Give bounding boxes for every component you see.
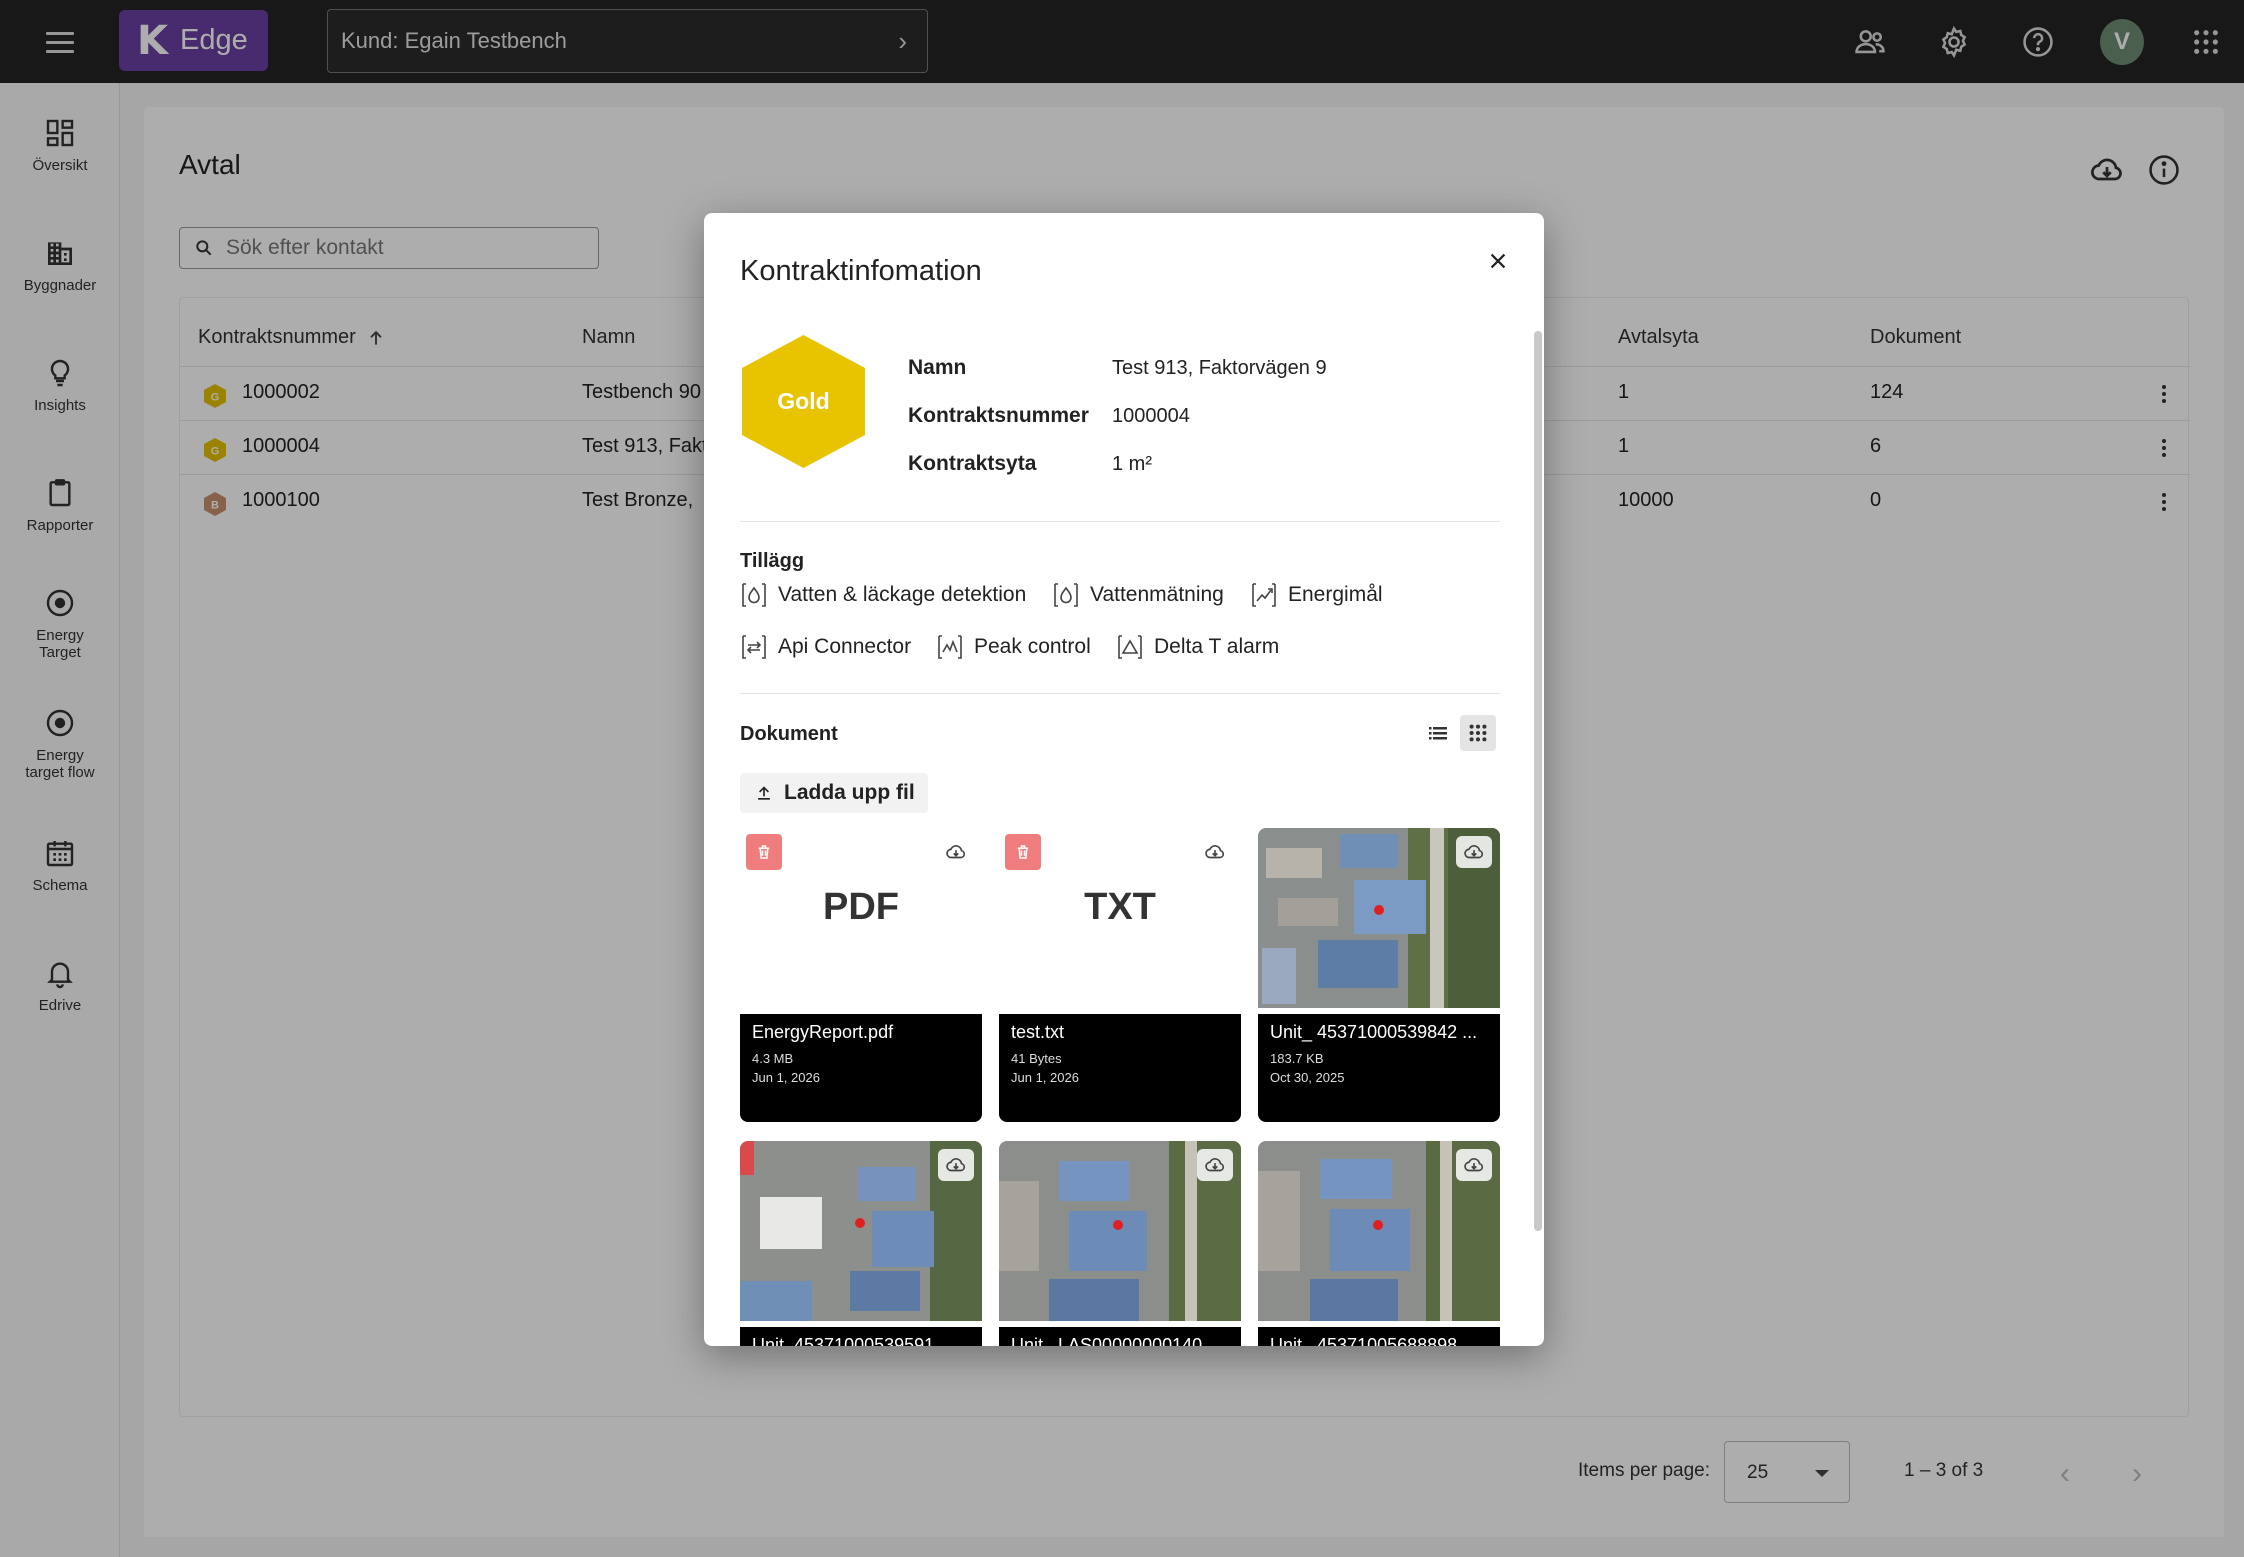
tier-label: Gold (777, 388, 830, 414)
file-name: Unit_ 45371000539842 ... (1270, 1022, 1478, 1042)
api-connector-icon (742, 635, 766, 659)
delete-icon[interactable] (1005, 834, 1041, 870)
contract-number-label: Kontraktsnummer (908, 404, 1089, 427)
divider (740, 521, 1500, 522)
document-tile[interactable]: Unit_ 45371005688898 (1258, 1141, 1500, 1346)
dialog-title: Kontraktinfomation (740, 255, 982, 287)
addons-title: Tillägg (740, 550, 805, 572)
document-tile[interactable]: Unit_45371000539591 (740, 1141, 982, 1346)
document-tile[interactable]: Unit_ 45371000539842 ... 183.7 KB Oct 30… (1258, 828, 1500, 1122)
tier-hexagon: Gold (740, 333, 867, 470)
name-label: Namn (908, 356, 967, 379)
upload-icon (758, 786, 770, 800)
addon-water-metering: Vattenmätning (1052, 581, 1224, 609)
grid-view-icon[interactable] (1460, 715, 1496, 751)
divider (740, 693, 1500, 694)
file-size: 4.3 MB (752, 1051, 794, 1066)
file-type-label: TXT (1084, 886, 1156, 928)
document-tile[interactable]: PDF EnergyReport.pdf 4.3 MB Jun 1, 2026 (740, 828, 982, 1122)
cloud-download-icon[interactable] (1456, 836, 1492, 868)
file-info: Unit_ 45371000539842 ... 183.7 KB Oct 30… (1258, 1014, 1500, 1122)
delta-alarm-icon (1118, 635, 1142, 659)
contract-area-label: Kontraktsyta (908, 452, 1037, 475)
file-name: EnergyReport.pdf (752, 1022, 894, 1042)
file-date: Oct 30, 2025 (1270, 1070, 1345, 1085)
cloud-download-icon[interactable] (938, 1149, 974, 1181)
cloud-download-icon[interactable] (1456, 1149, 1492, 1181)
file-name: test.txt (1011, 1022, 1065, 1042)
addon-energy-goal: Energimål (1250, 581, 1383, 609)
file-info: Unit_ 45371005688898 (1258, 1327, 1500, 1346)
addon-water-leak-detection: Vatten & läckage detektion (740, 581, 1026, 609)
file-type-label: PDF (823, 886, 899, 928)
file-size: 183.7 KB (1270, 1051, 1324, 1066)
water-drop-icon (742, 583, 766, 607)
file-size: 41 Bytes (1011, 1051, 1062, 1066)
list-view-icon[interactable] (1420, 715, 1456, 751)
document-tile[interactable]: Unit_ LAS00000000140 (999, 1141, 1241, 1346)
file-name: Unit_ 45371005688898 (1270, 1335, 1458, 1346)
dialog-scrollbar[interactable] (1534, 331, 1542, 1231)
peak-graph-icon (938, 635, 962, 659)
cloud-download-icon[interactable] (1197, 836, 1233, 868)
contract-area-value: 1 m² (1112, 453, 1152, 475)
file-date: Jun 1, 2026 (752, 1070, 820, 1085)
file-name: Unit_ LAS00000000140 (1011, 1335, 1203, 1346)
contract-info-dialog: Kontraktinfomation Gold Namn Test 913, F… (704, 213, 1544, 1346)
file-info: Unit_45371000539591 (740, 1327, 982, 1346)
energy-graph-icon (1252, 583, 1276, 607)
close-icon[interactable] (1480, 243, 1516, 279)
file-info: test.txt 41 Bytes Jun 1, 2026 (999, 1014, 1241, 1122)
name-value: Test 913, Faktorvägen 9 (1112, 357, 1327, 379)
addon-api-connector: Api Connector (740, 633, 911, 661)
file-name: Unit_45371000539591 (752, 1335, 935, 1346)
file-info: Unit_ LAS00000000140 (999, 1327, 1241, 1346)
documents-title: Dokument (740, 723, 838, 745)
document-tile[interactable]: TXT test.txt 41 Bytes Jun 1, 2026 (999, 828, 1241, 1122)
contract-number-value: 1000004 (1112, 405, 1190, 427)
file-info: EnergyReport.pdf 4.3 MB Jun 1, 2026 (740, 1014, 982, 1122)
water-drop-icon (1054, 583, 1078, 607)
addon-delta-t-alarm: Delta T alarm (1116, 633, 1279, 661)
cloud-download-icon[interactable] (1197, 1149, 1233, 1181)
delete-icon[interactable] (746, 834, 782, 870)
addon-peak-control: Peak control (936, 633, 1091, 661)
upload-file-button[interactable]: Ladda upp fil (740, 773, 928, 813)
cloud-download-icon[interactable] (938, 836, 974, 868)
file-date: Jun 1, 2026 (1011, 1070, 1079, 1085)
